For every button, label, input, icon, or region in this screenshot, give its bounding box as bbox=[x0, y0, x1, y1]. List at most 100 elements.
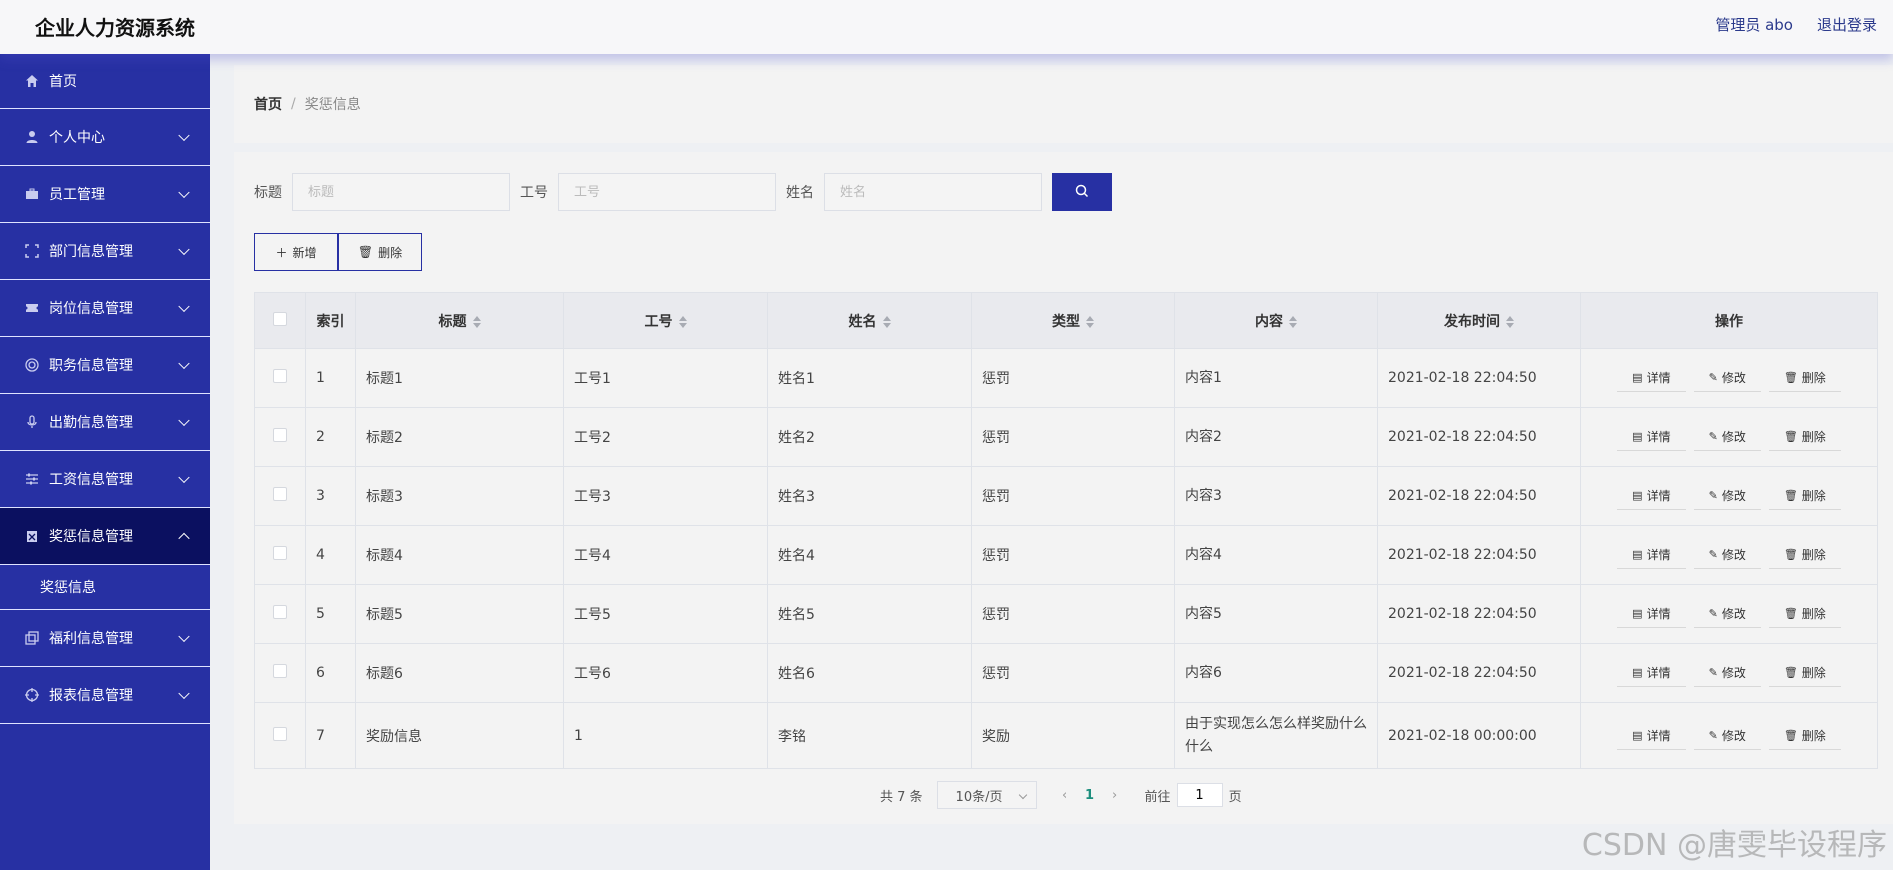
row-checkbox[interactable] bbox=[273, 664, 287, 678]
cell-content-text: 内容5 bbox=[1185, 605, 1222, 622]
detail-button[interactable]: ▤ 详情 bbox=[1617, 600, 1686, 628]
detail-button[interactable]: ▤ 详情 bbox=[1617, 541, 1686, 569]
sidebar-item-welfare[interactable]: 福利信息管理 bbox=[0, 610, 210, 667]
sidebar-item-reports[interactable]: 报表信息管理 bbox=[0, 667, 210, 724]
edit-button[interactable]: ✎ 修改 bbox=[1693, 659, 1761, 687]
next-page-icon[interactable]: › bbox=[1107, 788, 1123, 803]
row-checkbox[interactable] bbox=[273, 546, 287, 560]
page-number[interactable]: 1 bbox=[1073, 788, 1107, 803]
sort-icon[interactable] bbox=[678, 315, 687, 328]
edit-button[interactable]: ✎ 修改 bbox=[1693, 541, 1761, 569]
detail-button[interactable]: ▤ 详情 bbox=[1617, 721, 1686, 750]
search-button[interactable] bbox=[1052, 173, 1112, 211]
cell-content-text: 内容6 bbox=[1185, 664, 1222, 681]
edit-button[interactable]: ✎ 修改 bbox=[1693, 721, 1761, 750]
cell-time: 2021-02-18 22:04:50 bbox=[1377, 466, 1581, 526]
sidebar-item-departments[interactable]: 部门信息管理 bbox=[0, 223, 210, 280]
submenu-item-rewards-info[interactable]: 奖惩信息 bbox=[0, 565, 210, 610]
trash-icon: 🗑 bbox=[1783, 371, 1798, 384]
number-search-input[interactable] bbox=[558, 173, 776, 211]
cell-time: 2021-02-18 22:04:50 bbox=[1377, 407, 1581, 467]
detail-button[interactable]: ▤ 详情 bbox=[1617, 659, 1686, 687]
add-button-label: 新增 bbox=[292, 245, 317, 260]
cell-number: 工号3 bbox=[563, 466, 768, 526]
sort-icon[interactable] bbox=[1086, 315, 1094, 328]
sidebar-item-positions[interactable]: 岗位信息管理 bbox=[0, 280, 210, 337]
select-all-checkbox[interactable] bbox=[273, 311, 287, 326]
sidebar-item-personal-center[interactable]: 个人中心 bbox=[0, 109, 210, 166]
cell-title: 标题3 bbox=[355, 466, 564, 526]
logout-link[interactable]: 退出登录 bbox=[1817, 14, 1877, 35]
col-content[interactable]: 内容 bbox=[1174, 292, 1378, 349]
sort-icon[interactable] bbox=[1506, 315, 1514, 328]
delete-button[interactable]: 🗑 删除 bbox=[1768, 600, 1841, 628]
row-checkbox[interactable] bbox=[273, 605, 287, 619]
current-user[interactable]: 管理员 abo bbox=[1715, 14, 1793, 35]
sidebar-item-rewards[interactable]: 奖惩信息管理 bbox=[0, 508, 210, 565]
edit-button[interactable]: ✎ 修改 bbox=[1693, 364, 1761, 392]
table-row: 2 标题2 工号2 姓名2 惩罚 内容2 2021-02-18 22:04:50 ▤ 详情 ✎ 修改… bbox=[254, 407, 1878, 467]
col-name[interactable]: 姓名 bbox=[767, 292, 972, 349]
prev-page-icon[interactable]: ‹ bbox=[1057, 788, 1073, 803]
title-search-input[interactable] bbox=[292, 173, 510, 211]
sliders-icon bbox=[25, 472, 39, 486]
breadcrumb: 首页 / 奖惩信息 bbox=[234, 65, 1893, 143]
chevron-down-icon bbox=[178, 186, 190, 199]
col-type-label: 类型 bbox=[1052, 313, 1080, 330]
row-checkbox[interactable] bbox=[273, 369, 287, 383]
row-checkbox[interactable] bbox=[273, 487, 287, 501]
detail-button[interactable]: ▤ 详情 bbox=[1617, 364, 1686, 392]
detail-button[interactable]: ▤ 详情 bbox=[1617, 482, 1686, 510]
sidebar-item-attendance[interactable]: 出勤信息管理 bbox=[0, 394, 210, 451]
cell-time: 2021-02-18 22:04:50 bbox=[1377, 348, 1581, 408]
sidebar-item-employees[interactable]: 员工管理 bbox=[0, 166, 210, 223]
col-time[interactable]: 发布时间 bbox=[1377, 292, 1581, 349]
page-size-select[interactable]: 10条/页 bbox=[936, 781, 1037, 809]
cell-content-text: 内容1 bbox=[1185, 369, 1222, 386]
col-title[interactable]: 标题 bbox=[355, 292, 564, 349]
sidebar-item-label: 个人中心 bbox=[49, 130, 105, 146]
table-row: 5 标题5 工号5 姓名5 惩罚 内容5 2021-02-18 22:04:50 ▤ 详情 ✎ 修改… bbox=[254, 584, 1878, 644]
sort-icon[interactable] bbox=[1289, 315, 1297, 328]
delete-button[interactable]: 🗑 删除 bbox=[1768, 659, 1841, 687]
sidebar-item-salary[interactable]: 工资信息管理 bbox=[0, 451, 210, 508]
breadcrumb-home[interactable]: 首页 bbox=[254, 94, 282, 114]
detail-label: 详情 bbox=[1646, 371, 1671, 385]
delete-button[interactable]: 🗑 删除 bbox=[1768, 721, 1841, 750]
number-label: 工号 bbox=[520, 185, 548, 201]
table-row: 4 标题4 工号4 姓名4 惩罚 内容4 2021-02-18 22:04:50 ▤ 详情 ✎ 修改… bbox=[254, 525, 1878, 585]
sort-icon[interactable] bbox=[882, 315, 891, 328]
col-number[interactable]: 工号 bbox=[563, 292, 768, 349]
name-label: 姓名 bbox=[786, 185, 814, 201]
edit-label: 修改 bbox=[1721, 430, 1746, 444]
cell-time: 2021-02-18 22:04:50 bbox=[1377, 525, 1581, 585]
cell-actions: ▤ 详情 ✎ 修改 🗑 删除 bbox=[1580, 466, 1878, 526]
edit-button[interactable]: ✎ 修改 bbox=[1693, 423, 1761, 451]
goto-page-input[interactable] bbox=[1176, 783, 1223, 807]
delete-button[interactable]: 🗑 删除 bbox=[1768, 364, 1841, 392]
cell-time: 2021-02-18 00:00:00 bbox=[1377, 702, 1581, 769]
delete-button[interactable]: 🗑 删除 bbox=[1768, 482, 1841, 510]
sidebar-item-duties[interactable]: 职务信息管理 bbox=[0, 337, 210, 394]
col-type[interactable]: 类型 bbox=[971, 292, 1175, 349]
delete-button[interactable]: 🗑 删除 bbox=[1768, 541, 1841, 569]
delete-label: 删除 bbox=[1801, 666, 1826, 680]
delete-button[interactable]: 🗑 删除 bbox=[1768, 423, 1841, 451]
row-checkbox[interactable] bbox=[273, 428, 287, 442]
breadcrumb-separator: / bbox=[291, 96, 296, 112]
col-time-label: 发布时间 bbox=[1444, 313, 1500, 330]
edit-button[interactable]: ✎ 修改 bbox=[1693, 482, 1761, 510]
sort-icon[interactable] bbox=[472, 315, 481, 328]
sidebar-item-home[interactable]: 首页 bbox=[0, 54, 210, 109]
edit-button[interactable]: ✎ 修改 bbox=[1693, 600, 1761, 628]
detail-button[interactable]: ▤ 详情 bbox=[1617, 423, 1686, 451]
batch-delete-button[interactable]: 🗑 删除 bbox=[338, 233, 422, 271]
trash-icon: 🗑 bbox=[1783, 548, 1798, 561]
delete-label: 删除 bbox=[1801, 371, 1826, 385]
row-checkbox[interactable] bbox=[273, 726, 287, 741]
name-search-input[interactable] bbox=[824, 173, 1042, 211]
cell-type: 惩罚 bbox=[971, 643, 1175, 703]
row-select-cell bbox=[254, 643, 306, 703]
sidebar: 首页 个人中心 员工管理 部门信息管理 岗位信息管理 职务信息管理 出勤信息管理… bbox=[0, 54, 210, 870]
add-button[interactable]: ＋ 新增 bbox=[254, 233, 338, 271]
